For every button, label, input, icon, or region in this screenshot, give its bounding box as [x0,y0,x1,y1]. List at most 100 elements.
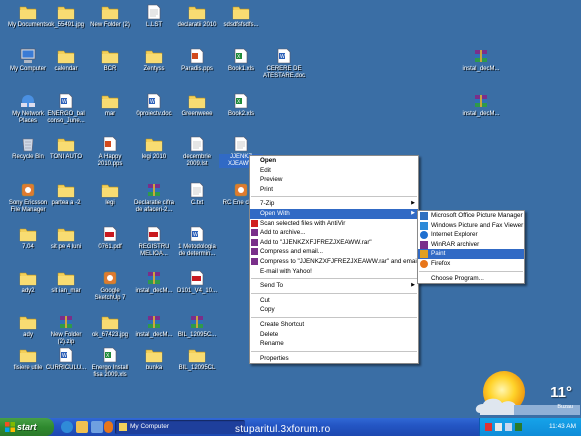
desktop-icon[interactable]: TONI AUTO [44,136,88,161]
context-menu-item[interactable]: Compress to "JJENKZXFJFREZJXEAWW.rar" an… [250,257,418,267]
desktop-icon[interactable]: mar [88,93,132,118]
context-menu-item[interactable]: Print [250,185,418,195]
desktop-icon-label: BIL_12095C... [177,332,217,338]
context-menu-item[interactable]: Scan selected files with AntiVir [250,219,418,229]
desktop-icon[interactable]: instal_decM... [132,314,176,339]
desktop-icon[interactable]: ok_55491.jpg [44,4,88,29]
menu-item-label: Compress and email... [260,248,323,256]
context-menu-item[interactable]: Copy [250,305,418,315]
context-menu-item[interactable]: Edit [250,166,418,176]
desktop-icon[interactable]: Google SketchUp 7 [88,270,132,302]
context-menu-item[interactable]: Compress and email... [250,247,418,257]
context-menu-item[interactable]: Preview [250,175,418,185]
desktop-icon[interactable]: instal_decM... [459,48,503,73]
desktop-icon[interactable]: Declaratie cifra de afaceri-2... [132,182,176,214]
desktop-icon-label: 0proiectv.doc [136,111,172,117]
desktop-icon[interactable]: bunka [132,347,176,372]
open-with-item[interactable]: Microsoft Office Picture Manager [418,211,524,221]
file-icon [147,4,161,20]
context-menu-item[interactable]: Delete [250,330,418,340]
desktop-icon[interactable]: W 0proiectv.doc [132,93,176,118]
desktop-icon[interactable]: Zentyss [132,48,176,73]
desktop-icon-label: CURRICULU... [45,365,87,371]
open-with-item[interactable]: Paint [418,249,524,259]
tray-network-icon[interactable] [495,423,502,431]
quicklaunch-ie-icon[interactable] [61,421,73,433]
quicklaunch-desktop-icon[interactable] [91,421,103,433]
desktop-icon-label: Paradis.pps [181,66,213,72]
desktop-icon[interactable]: L.LST [132,4,176,29]
open-with-item[interactable]: WinRAR archiver [418,240,524,250]
desktop-icon-label: Book1.xls [227,66,254,72]
folder-icon [188,95,206,109]
open-with-item[interactable]: Windows Picture and Fax Viewer [418,221,524,231]
desktop-icon[interactable]: sit ian_mar [44,270,88,295]
desktop-icon[interactable]: X Energo Install fisa 2009.xls [88,347,132,379]
desktop-icon[interactable]: calendar [44,48,88,73]
desktop-icon[interactable]: Greenweee [175,93,219,118]
desktop-icon[interactable]: sit pe 4 luni [44,226,88,251]
desktop-icon-label: L.LST [145,22,162,28]
open-with-item[interactable]: Firefox [418,259,524,269]
context-menu-item[interactable]: Properties [250,354,418,364]
menu-item-label: Add to "JJENKZXFJFREZJXEAWW.rar" [260,238,372,246]
weather-gadget[interactable]: 11° Buzau [474,370,580,415]
context-menu-item[interactable]: Open [250,156,418,166]
desktop-icon[interactable]: X Book1.xls [219,48,263,73]
context-menu-item[interactable]: 7-Zip ▶ [250,199,418,209]
tray-security-icon[interactable] [515,423,522,431]
desktop-icon-label: A Happy 2010.pps [97,154,123,167]
desktop-icon[interactable]: BIL_12095CL [175,347,219,372]
desktop-icon[interactable]: A Happy 2010.pps [88,136,132,168]
desktop-icon-label: 1 Metodologia de determin... [178,244,216,257]
desktop-icon[interactable]: ok_67423.jpg [88,314,132,339]
desktop-icon[interactable]: decembrie 2009.lst [175,136,219,168]
desktop-icon[interactable]: legi [88,182,132,207]
desktop-icon[interactable]: W CERERE DE ATESTARE.doc [262,48,306,80]
desktop-icon[interactable]: W CURRICULU... [44,347,88,372]
open-with-item[interactable]: Internet Explorer [418,230,524,240]
rar-icon [475,50,487,62]
context-menu-item[interactable]: Rename [250,339,418,349]
desktop-icon[interactable]: REGISTRU MELIOA... [132,226,176,258]
tray-volume-icon[interactable] [505,423,512,431]
quicklaunch-firefox-icon[interactable] [104,421,113,433]
open-with-item[interactable]: Choose Program... [418,274,524,284]
desktop-icon[interactable]: sdsdfsfsdfs... [219,4,263,29]
desktop-icon[interactable]: partea a -2 [44,182,88,207]
file-icon [234,136,248,152]
desktop-icon[interactable]: New Folder (2).zip [44,314,88,346]
context-menu-item[interactable]: Open With ▶ [250,208,418,219]
desktop-icon[interactable]: BCR [88,48,132,73]
desktop-icon[interactable]: Paradis.pps [175,48,219,73]
context-menu-item[interactable]: Create Shortcut [250,320,418,330]
menu-item-label: Preview [260,176,283,184]
desktop-icon[interactable]: instal_decM... [459,93,503,118]
desktop-icon[interactable]: New Folder (2) [88,4,132,29]
context-menu-item[interactable]: Send To ▶ [250,281,418,291]
context-menu-item[interactable]: Cut [250,296,418,306]
desktop-icon[interactable]: W 1 Metodologia de determin... [175,226,219,258]
desktop-icon[interactable]: BIL_12095C... [175,314,219,339]
rar-icon [475,95,487,107]
desktop-icon[interactable]: D101_V4_10... [175,270,219,295]
desktop-icon[interactable]: instal_decM... [132,270,176,295]
context-menu-item[interactable]: E-mail with Yahoo! [250,267,418,277]
watermark-text: stuparitul.3xforum.ro [235,424,331,435]
winrar-icon [251,238,258,246]
tray-antivir-icon[interactable] [485,423,492,431]
taskbar-button-my-computer[interactable]: My Computer [115,420,245,434]
quicklaunch-outlook-icon[interactable] [76,421,88,433]
context-menu-item[interactable]: Add to archive... [250,228,418,238]
desktop-icon[interactable]: W ENERGO_bal conso_June... [44,93,88,125]
desktop-icon[interactable]: 0761.pdf [88,226,132,251]
clock[interactable]: 11:43 AM [549,418,576,436]
desktop-icon[interactable]: C.txt [175,182,219,207]
desktop-icon[interactable]: X Book2.xls [219,93,263,118]
desktop-icon[interactable]: legi 2010 [132,136,176,161]
context-menu-item[interactable]: Add to "JJENKZXFJFREZJXEAWW.rar" [250,238,418,248]
start-button[interactable]: start [0,418,54,436]
menu-item-label: Properties [260,354,289,362]
desktop-icon[interactable]: declaratii 2010 [175,4,219,29]
menu-separator [251,316,417,318]
